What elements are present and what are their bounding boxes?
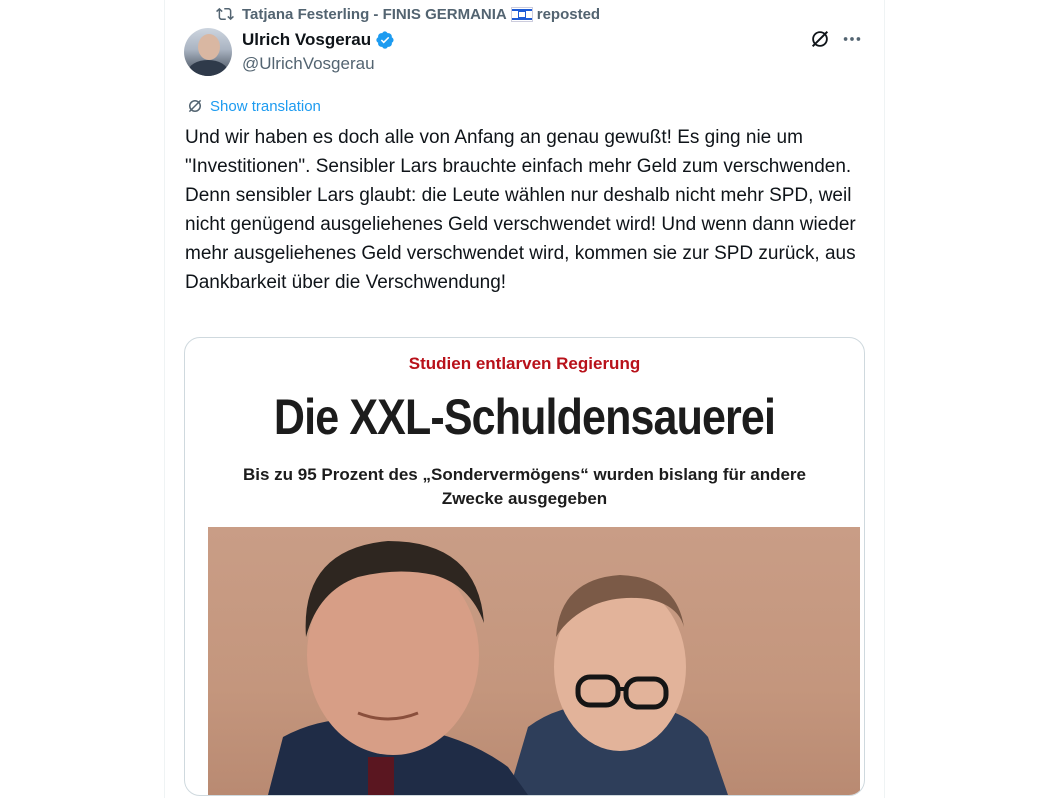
more-icon[interactable] [840, 28, 864, 50]
author-name[interactable]: Ulrich Vosgerau [242, 30, 371, 50]
repost-suffix: reposted [536, 5, 601, 23]
author-handle[interactable]: @UlrichVosgerau [242, 54, 375, 74]
verified-badge-icon [376, 31, 394, 49]
timeline-left-border [164, 0, 165, 798]
repost-header: Tatjana Festerling - FINIS GERMANIA repo… [216, 4, 600, 24]
card-subheadline: Bis zu 95 Prozent des „Sondervermögens“ … [242, 465, 807, 508]
timeline-right-border [884, 0, 885, 798]
grok-icon[interactable] [809, 28, 831, 50]
grok-translate-icon [188, 99, 202, 113]
repost-icon [216, 7, 234, 21]
repost-user-name[interactable]: Tatjana Festerling - FINIS GERMANIA [242, 6, 507, 23]
card-kicker: Studien entlarven Regierung [408, 354, 641, 373]
tweet-text: Und wir haben es doch alle von Anfang an… [185, 127, 856, 293]
show-translation-link[interactable]: Show translation [186, 97, 321, 115]
avatar[interactable] [184, 28, 232, 76]
news-photo-illustration [268, 541, 728, 795]
israel-flag-icon [510, 6, 533, 22]
card-headline: Die XXL-Schuldensauerei [273, 389, 776, 445]
news-photo[interactable] [208, 527, 860, 795]
author-name-row[interactable]: Ulrich Vosgerau [242, 30, 395, 50]
show-translation-label[interactable]: Show translation [210, 98, 321, 115]
media-card[interactable]: Studien entlarven Regierung Die XXL-Schu… [184, 337, 865, 796]
